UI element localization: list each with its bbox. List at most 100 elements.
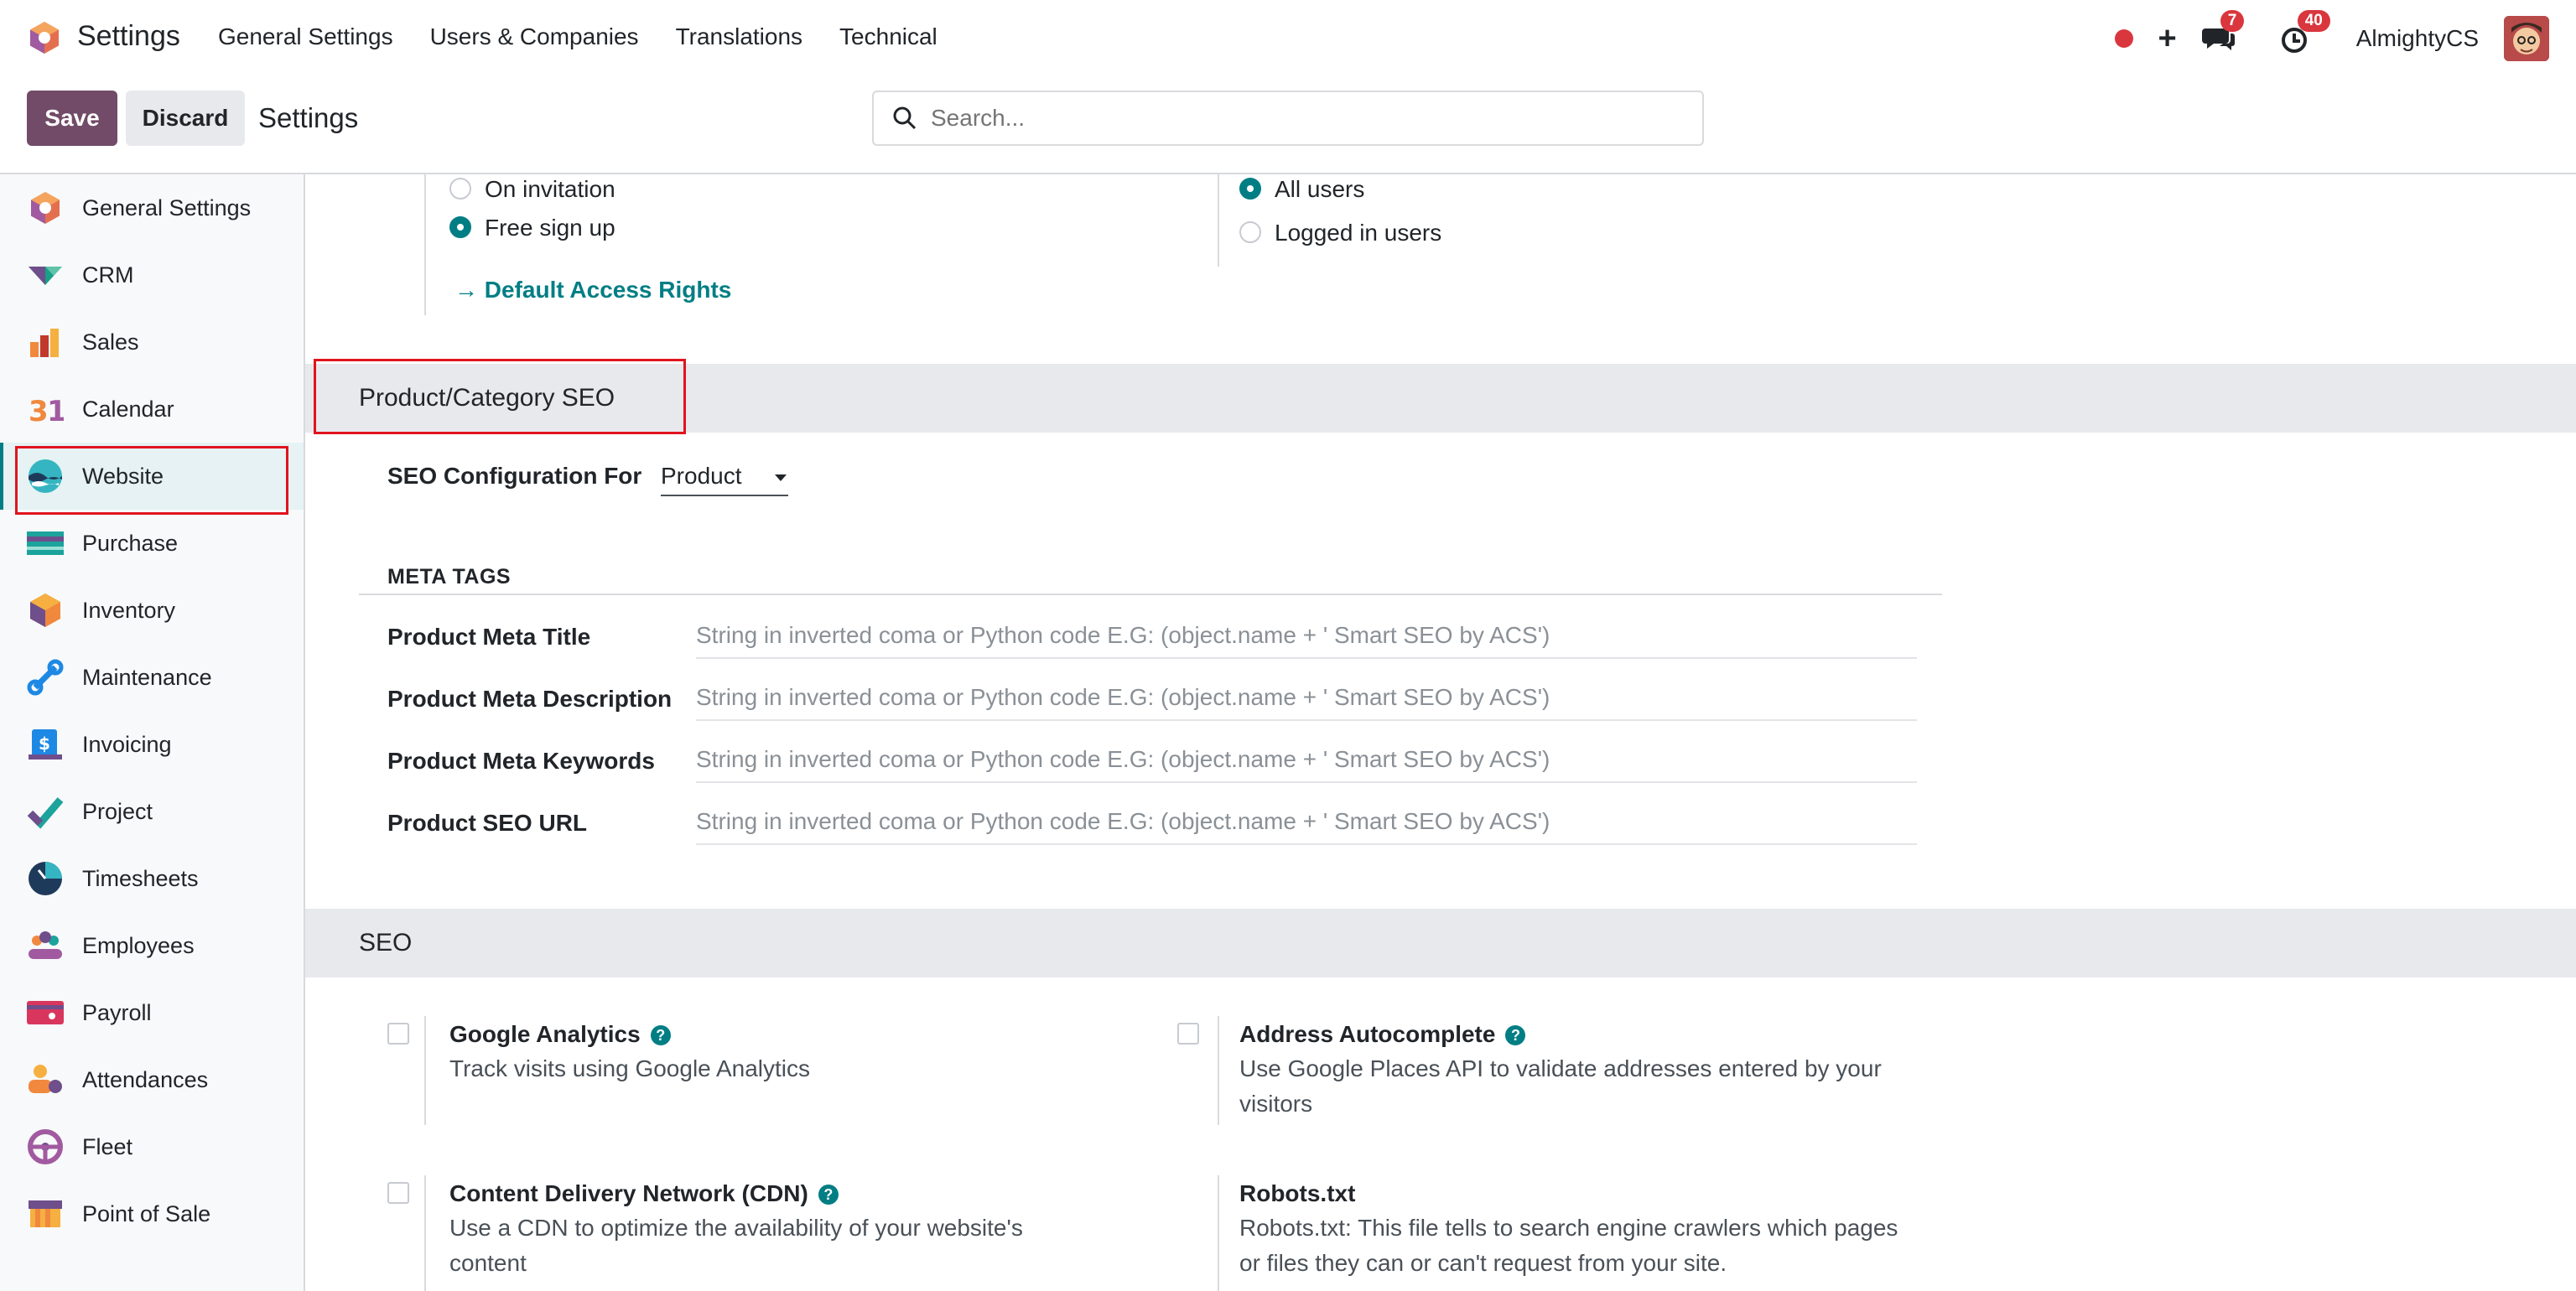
messages-badge: 7 (2220, 10, 2245, 32)
sidebar-item-calendar[interactable]: 3 1 Calendar (0, 376, 304, 443)
help-icon[interactable]: ? (650, 1025, 671, 1045)
purchase-icon (27, 531, 64, 555)
sidebar-item-inventory[interactable]: Inventory (0, 577, 304, 644)
meta-tags-heading: META TAGS (387, 565, 512, 588)
meta-tags-divider (359, 594, 1942, 595)
crm-icon (29, 267, 62, 285)
sidebar-item-crm[interactable]: CRM (0, 241, 304, 308)
arrow-right-icon: → (454, 277, 478, 303)
sidebar-item-label: Employees (82, 932, 195, 958)
product-meta-description-label: Product Meta Description (387, 686, 673, 712)
website-highlight-box (15, 446, 288, 515)
address-autocomplete-checkbox[interactable] (1177, 1023, 1199, 1045)
discard-button[interactable]: Discard (126, 91, 245, 146)
robots-txt-desc: Robots.txt: This file tells to search en… (1239, 1215, 1898, 1276)
radio-label-on-invitation: On invitation (485, 176, 615, 202)
svg-text:1: 1 (47, 395, 64, 428)
project-icon (27, 797, 64, 829)
plus-icon[interactable]: + (2158, 23, 2177, 54)
sidebar-item-label: CRM (82, 262, 134, 288)
sidebar-item-label: Inventory (82, 597, 176, 623)
general-settings-icon (31, 192, 60, 224)
app-title[interactable]: Settings (77, 20, 180, 53)
sidebar-item-invoicing[interactable]: $ Invoicing (0, 711, 304, 778)
section-title-seo: SEO (359, 929, 413, 957)
svg-text:$: $ (39, 734, 50, 754)
product-seo-url-input[interactable] (696, 808, 1903, 835)
sidebar-item-label: Attendances (82, 1066, 209, 1092)
sidebar-item-purchase[interactable]: Purchase (0, 510, 304, 577)
odoo-logo-icon[interactable] (27, 20, 62, 55)
fleet-icon (28, 1129, 63, 1164)
seo-config-select[interactable]: Product (661, 459, 788, 496)
sidebar-item-point-of-sale[interactable]: Point of Sale (0, 1180, 304, 1247)
setting-divider (1218, 174, 1219, 267)
sidebar-item-employees[interactable]: Employees (0, 912, 304, 979)
menu-translations[interactable]: Translations (676, 23, 802, 50)
sidebar-item-timesheets[interactable]: Timesheets (0, 845, 304, 912)
google-analytics-title: Google Analytics? (449, 1021, 671, 1048)
help-icon[interactable]: ? (1505, 1025, 1526, 1045)
radio-on-invitation[interactable] (449, 178, 471, 200)
menu-users-companies[interactable]: Users & Companies (430, 23, 639, 50)
product-meta-keywords-field[interactable] (696, 743, 1917, 783)
inventory-icon (30, 594, 60, 627)
sidebar-item-project[interactable]: Project (0, 778, 304, 845)
address-autocomplete-title-text: Address Autocomplete (1239, 1021, 1496, 1047)
save-button[interactable]: Save (27, 91, 117, 146)
setting-divider (1218, 1175, 1219, 1291)
sidebar-item-general-settings[interactable]: General Settings (0, 174, 304, 241)
sidebar-item-label: Invoicing (82, 731, 172, 757)
recording-dot-icon[interactable] (2114, 29, 2133, 48)
employees-icon (29, 931, 62, 959)
main-menu: General Settings Users & Companies Trans… (218, 23, 974, 50)
sidebar-item-label: General Settings (82, 194, 252, 220)
radio-label-free-sign-up: Free sign up (485, 215, 615, 241)
google-analytics-checkbox[interactable] (387, 1023, 409, 1045)
robots-txt-title: Robots.txt (1239, 1180, 1356, 1206)
google-analytics-desc: Track visits using Google Analytics (449, 1055, 811, 1081)
radio-logged-in-users[interactable] (1239, 221, 1261, 243)
sidebar-item-attendances[interactable]: Attendances (0, 1046, 304, 1113)
invoicing-icon: $ (29, 729, 62, 760)
attendances-icon (29, 1065, 62, 1093)
product-meta-keywords-input[interactable] (696, 746, 1903, 773)
cdn-checkbox[interactable] (387, 1182, 409, 1204)
payroll-icon (27, 1001, 64, 1024)
search-bar[interactable] (872, 91, 1704, 146)
section-header-seo (305, 909, 2576, 977)
cdn-desc: Use a CDN to optimize the availability o… (449, 1215, 1023, 1276)
breadcrumb: Settings (258, 102, 359, 133)
search-input[interactable] (931, 105, 1685, 132)
messages-icon[interactable]: 7 (2201, 10, 2245, 55)
google-analytics-title-text: Google Analytics (449, 1021, 641, 1047)
setting-divider (424, 1016, 426, 1125)
menu-general-settings[interactable]: General Settings (218, 23, 393, 50)
help-icon[interactable]: ? (818, 1185, 839, 1205)
product-seo-url-field[interactable] (696, 805, 1917, 845)
point-of-sale-icon (29, 1200, 62, 1227)
menu-technical[interactable]: Technical (839, 23, 937, 50)
user-avatar-icon (2504, 16, 2549, 61)
search-icon (893, 106, 917, 130)
user-name[interactable]: AlmightyCS (2356, 25, 2479, 52)
radio-free-sign-up[interactable] (449, 216, 471, 238)
timesheets-icon (29, 862, 62, 895)
product-meta-title-field[interactable] (696, 619, 1917, 659)
product-meta-description-input[interactable] (696, 684, 1903, 711)
activities-icon[interactable]: 40 (2279, 10, 2330, 55)
default-access-rights-link[interactable]: → Default Access Rights (454, 277, 731, 303)
address-autocomplete-title: Address Autocomplete? (1239, 1021, 1526, 1048)
cdn-title-text: Content Delivery Network (CDN) (449, 1180, 808, 1206)
radio-all-users[interactable] (1239, 178, 1261, 200)
sidebar-item-maintenance[interactable]: Maintenance (0, 644, 304, 711)
sidebar-item-sales[interactable]: Sales (0, 308, 304, 376)
sidebar-item-fleet[interactable]: Fleet (0, 1113, 304, 1180)
product-meta-title-input[interactable] (696, 622, 1903, 649)
default-access-rights-label: Default Access Rights (484, 277, 732, 303)
sidebar-item-label: Project (82, 798, 153, 824)
avatar[interactable] (2504, 16, 2549, 61)
setting-divider (1218, 1016, 1219, 1125)
sidebar-item-payroll[interactable]: Payroll (0, 979, 304, 1046)
product-meta-description-field[interactable] (696, 681, 1917, 721)
